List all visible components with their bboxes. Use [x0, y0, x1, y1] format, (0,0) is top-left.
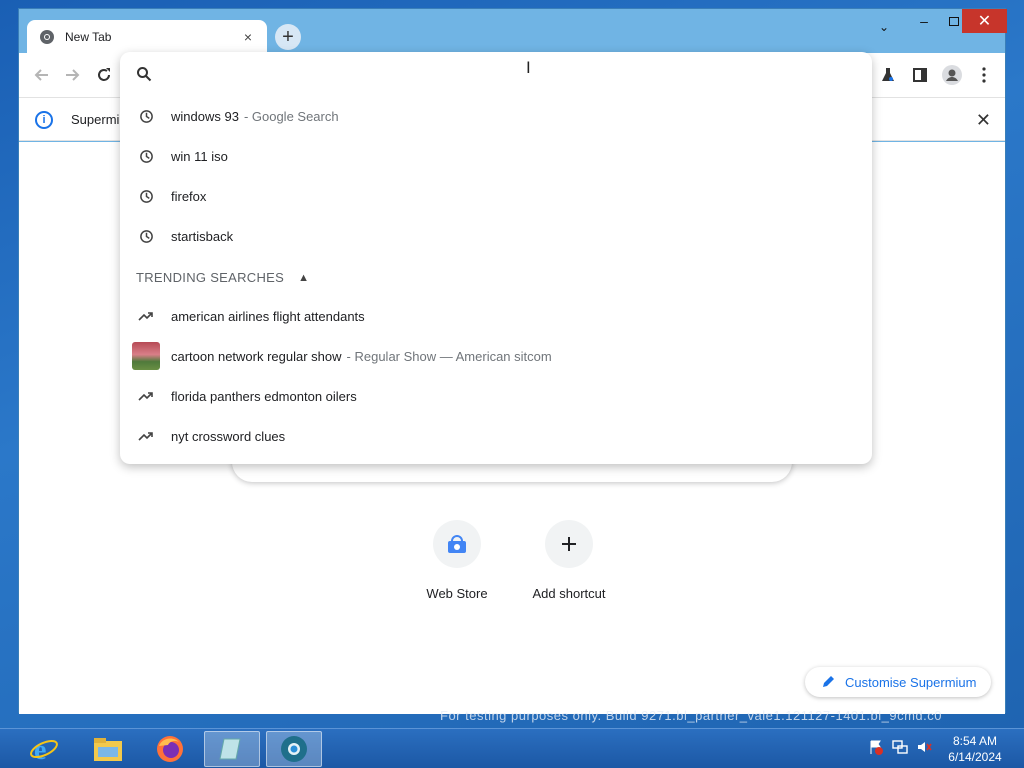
network-icon: [892, 740, 908, 754]
add-shortcut-tile: [545, 520, 593, 568]
suggestion-text: win 11 iso: [171, 148, 228, 164]
history-icon: [139, 149, 153, 163]
history-icon: [139, 189, 153, 203]
app-icon: [219, 738, 241, 760]
history-icon: [139, 109, 153, 123]
tray-action-center[interactable]: [866, 737, 886, 757]
trending-icon: [138, 432, 153, 441]
supermium-icon: [281, 736, 307, 762]
suggestion-history[interactable]: firefox: [120, 176, 872, 216]
web-store-icon: [448, 535, 466, 553]
trending-header-text: TRENDING SEARCHES: [136, 270, 285, 285]
suggestion-trending[interactable]: nyt crossword clues: [120, 416, 872, 456]
shortcut-web-store[interactable]: Web Store: [409, 520, 505, 601]
forward-button[interactable]: [61, 64, 83, 86]
ie-icon: e: [30, 735, 58, 764]
trending-searches-header[interactable]: TRENDING SEARCHES ▲: [136, 270, 309, 285]
shortcut-label: Add shortcut: [532, 586, 606, 601]
chrome-favicon-icon: [40, 29, 54, 44]
shortcut-add[interactable]: Add shortcut: [521, 520, 617, 601]
trending-icon: [138, 312, 153, 321]
file-explorer-icon: [94, 738, 122, 761]
minimize-button[interactable]: –: [909, 9, 939, 33]
extension-labs-button[interactable]: [877, 64, 899, 86]
taskbar-app[interactable]: [204, 731, 260, 767]
suggestion-history[interactable]: windows 93 - Google Search: [120, 96, 872, 136]
trending-icon: [138, 392, 153, 401]
back-button[interactable]: [31, 64, 53, 86]
profile-button[interactable]: [941, 64, 963, 86]
customise-label: Customise Supermium: [845, 674, 977, 690]
suggestion-text: nyt crossword clues: [171, 428, 286, 444]
desktop-watermark: For testing purposes only. Build 9271.bl…: [440, 708, 942, 723]
labs-flask-icon: [882, 68, 894, 81]
tab-strip: New Tab × + ⌄ – ✕: [19, 9, 1007, 53]
tab-search-icon[interactable]: ⌄: [869, 15, 899, 39]
volume-muted-icon: [918, 742, 932, 752]
window-close-button[interactable]: ✕: [962, 9, 1007, 33]
omnibox-input[interactable]: I: [120, 52, 872, 96]
suggestion-text: windows 93: [171, 108, 239, 124]
suggestion-history[interactable]: startisback: [120, 216, 872, 256]
side-panel-icon: [913, 68, 927, 82]
customise-button[interactable]: Customise Supermium: [805, 667, 991, 697]
kebab-menu-icon: [982, 67, 986, 83]
tray-volume[interactable]: [914, 737, 934, 757]
suggestion-text: startisback: [171, 228, 234, 244]
info-icon: i: [35, 111, 53, 129]
flag-alert-icon: [870, 740, 883, 755]
menu-button[interactable]: [973, 64, 995, 86]
text-cursor-icon: I: [526, 58, 531, 77]
omnibox-dropdown: I windows 93 - Google Search win 11 iso …: [120, 52, 872, 464]
suggestion-suffix: - Regular Show — American sitcom: [346, 348, 552, 364]
suggestion-text: american airlines flight attendants: [171, 308, 365, 324]
profile-avatar-icon: [942, 65, 962, 85]
suggestion-trending[interactable]: florida panthers edmonton oilers: [120, 376, 872, 416]
maximize-icon: [949, 16, 959, 26]
tab-new-tab[interactable]: New Tab ×: [27, 20, 267, 53]
back-arrow-icon: [34, 69, 48, 81]
svg-text:e: e: [34, 735, 46, 764]
tab-title: New Tab: [65, 29, 112, 44]
taskbar-firefox[interactable]: [142, 731, 198, 767]
reload-icon: [98, 68, 110, 81]
new-tab-button[interactable]: +: [275, 24, 301, 50]
side-panel-button[interactable]: [909, 64, 931, 86]
taskbar: e 8:54 AM 6/14/2024: [0, 728, 1024, 768]
taskbar-supermium[interactable]: [266, 731, 322, 767]
suggestion-text: firefox: [171, 188, 207, 204]
tab-close-icon[interactable]: ×: [239, 29, 257, 45]
firefox-icon: [157, 736, 183, 762]
clock-date: 6/14/2024: [948, 750, 1002, 764]
taskbar-ie[interactable]: e: [16, 731, 72, 767]
pencil-icon: [823, 676, 834, 687]
suggestion-trending[interactable]: american airlines flight attendants: [120, 296, 872, 336]
chevron-up-icon: ▲: [298, 271, 310, 284]
forward-arrow-icon: [66, 69, 80, 81]
suggestion-history[interactable]: win 11 iso: [120, 136, 872, 176]
suggestion-suffix: - Google Search: [243, 108, 339, 124]
suggestion-thumbnail: [132, 342, 160, 370]
suggestion-text: cartoon network regular show: [171, 348, 342, 364]
plus-icon: [562, 537, 576, 551]
suggestion-trending[interactable]: cartoon network regular show - Regular S…: [120, 336, 872, 376]
shortcut-label: Web Store: [426, 586, 488, 601]
clock-time: 8:54 AM: [952, 734, 998, 748]
taskbar-file-explorer[interactable]: [80, 731, 136, 767]
info-bar-text: Supermiu: [71, 112, 127, 127]
web-store-tile: [433, 520, 481, 568]
search-icon: [137, 67, 152, 82]
tray-network[interactable]: [890, 737, 910, 757]
taskbar-clock[interactable]: 8:54 AM 6/14/2024: [940, 733, 1010, 765]
history-icon: [139, 229, 153, 243]
info-bar-close-icon[interactable]: ✕: [976, 110, 991, 131]
reload-button[interactable]: [93, 64, 115, 86]
suggestion-text: florida panthers edmonton oilers: [171, 388, 357, 404]
